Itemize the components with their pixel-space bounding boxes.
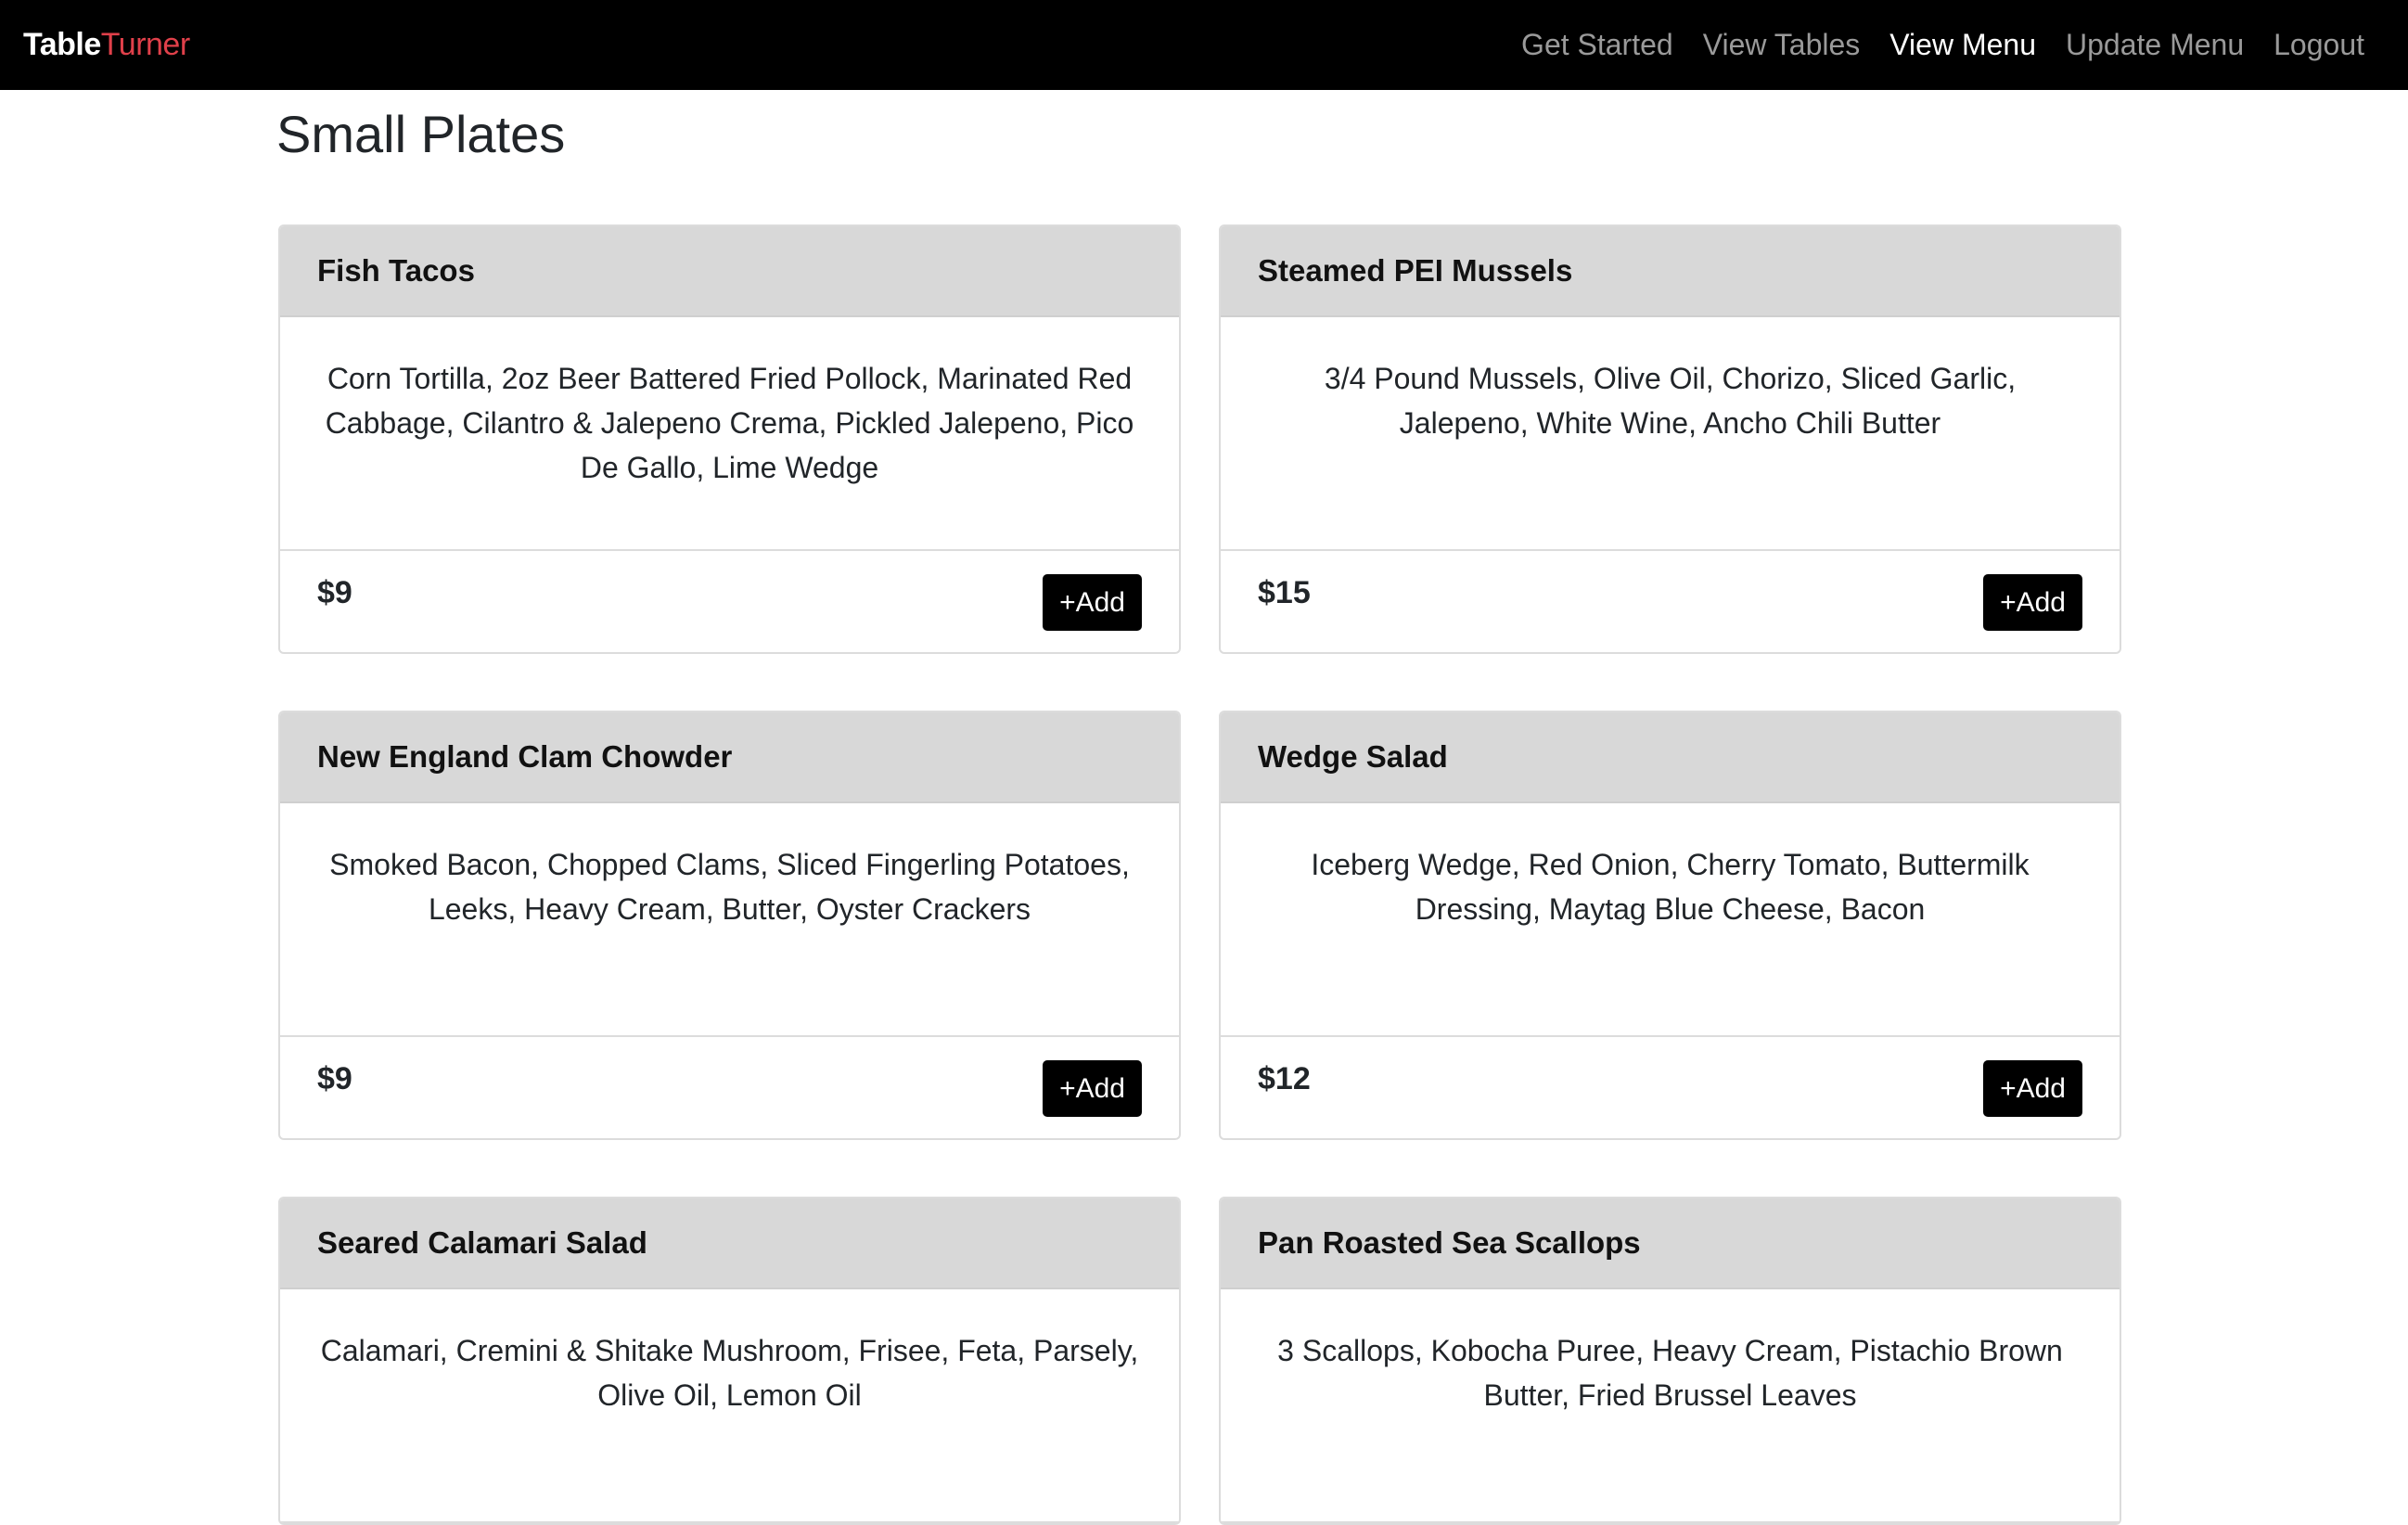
nav-get-started[interactable]: Get Started — [1521, 28, 1673, 62]
nav-update-menu[interactable]: Update Menu — [2066, 28, 2244, 62]
menu-item-footer: $9 +Add — [280, 551, 1179, 652]
menu-item-name: Fish Tacos — [280, 226, 1179, 317]
nav-view-tables[interactable]: View Tables — [1703, 28, 1861, 62]
add-button[interactable]: +Add — [1983, 574, 2082, 631]
add-button[interactable]: +Add — [1043, 574, 1142, 631]
add-button[interactable]: +Add — [1043, 1060, 1142, 1117]
menu-item-card: Steamed PEI Mussels 3/4 Pound Mussels, O… — [1219, 224, 2121, 654]
brand-logo[interactable]: TableTurner — [23, 0, 190, 90]
section-title: Small Plates — [276, 105, 566, 163]
menu-item-footer: $12 +Add — [1221, 1037, 2120, 1138]
menu-item-card: Seared Calamari Salad Calamari, Cremini … — [278, 1197, 1181, 1525]
menu-item-card: Pan Roasted Sea Scallops 3 Scallops, Kob… — [1219, 1197, 2121, 1525]
nav-links: Get Started View Tables View Menu Update… — [1521, 0, 2364, 90]
menu-item-price: $9 — [317, 575, 352, 610]
menu-item-card: New England Clam Chowder Smoked Bacon, C… — [278, 711, 1181, 1140]
add-button[interactable]: +Add — [1983, 1060, 2082, 1117]
menu-item-card: Fish Tacos Corn Tortilla, 2oz Beer Batte… — [278, 224, 1181, 654]
nav-view-menu[interactable]: View Menu — [1889, 28, 2036, 62]
menu-item-description: Corn Tortilla, 2oz Beer Battered Fried P… — [280, 317, 1179, 551]
menu-item-name: Wedge Salad — [1221, 712, 2120, 803]
menu-item-price: $12 — [1258, 1061, 1311, 1096]
menu-item-price: $9 — [317, 1061, 352, 1096]
menu-item-description: Smoked Bacon, Chopped Clams, Sliced Fing… — [280, 803, 1179, 1037]
menu-item-name: New England Clam Chowder — [280, 712, 1179, 803]
top-navbar: TableTurner Get Started View Tables View… — [0, 0, 2408, 90]
nav-logout[interactable]: Logout — [2274, 28, 2364, 62]
menu-item-description: 3 Scallops, Kobocha Puree, Heavy Cream, … — [1221, 1289, 2120, 1523]
menu-item-price: $15 — [1258, 575, 1311, 610]
menu-item-footer: $9 +Add — [280, 1037, 1179, 1138]
brand-name-part2: Turner — [100, 27, 190, 62]
menu-item-name: Seared Calamari Salad — [280, 1198, 1179, 1289]
menu-item-card: Wedge Salad Iceberg Wedge, Red Onion, Ch… — [1219, 711, 2121, 1140]
brand-name-part1: Table — [23, 27, 101, 62]
menu-item-description: Iceberg Wedge, Red Onion, Cherry Tomato,… — [1221, 803, 2120, 1037]
menu-item-footer: $15 +Add — [1221, 551, 2120, 652]
menu-item-description: Calamari, Cremini & Shitake Mushroom, Fr… — [280, 1289, 1179, 1523]
menu-item-name: Pan Roasted Sea Scallops — [1221, 1198, 2120, 1289]
menu-item-description: 3/4 Pound Mussels, Olive Oil, Chorizo, S… — [1221, 317, 2120, 551]
menu-item-name: Steamed PEI Mussels — [1221, 226, 2120, 317]
